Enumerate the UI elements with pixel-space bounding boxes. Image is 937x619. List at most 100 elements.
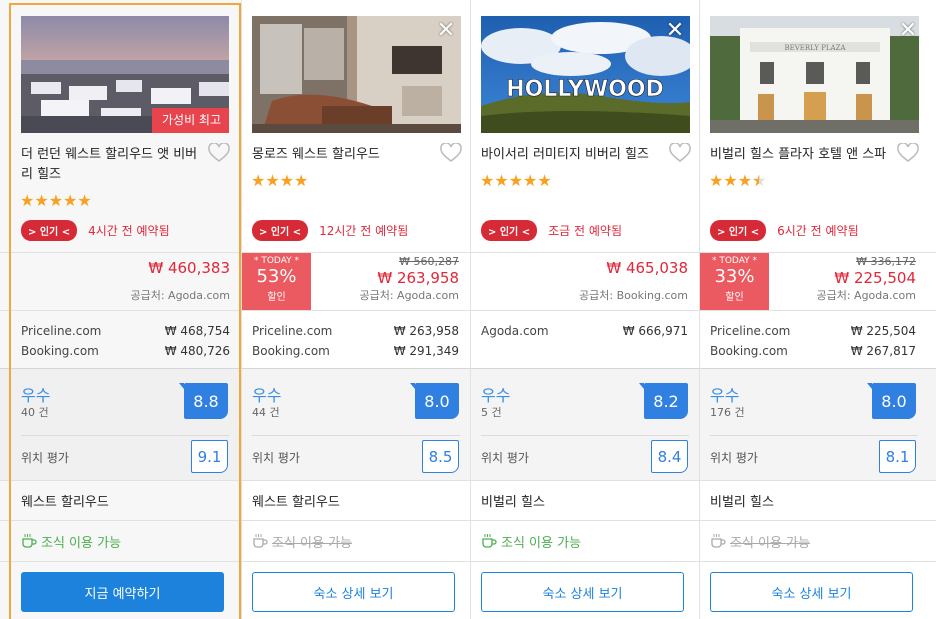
rate-row[interactable]: Priceline.com ₩ 468,754 <box>21 321 230 341</box>
hotel-sign-text: BEVERLY PLAZA <box>784 44 846 52</box>
rate-row[interactable]: Priceline.com ₩ 263,958 <box>252 321 459 341</box>
hotel-photo[interactable]: BEVERLY PLAZA <box>710 16 919 133</box>
cta-section: 지금 예약하기 <box>0 561 241 619</box>
cta-section: 숙소 상세 보기 <box>242 561 470 619</box>
popular-badge: > 인기 < <box>252 220 309 241</box>
star-rating: ★★★★★ <box>480 171 552 190</box>
view-details-button[interactable]: 숙소 상세 보기 <box>481 572 684 612</box>
review-count[interactable]: 5 건 <box>481 404 502 420</box>
rate-price: ₩ 666,971 <box>622 324 688 338</box>
breakfast-label: 조식 이용 가능 <box>501 535 582 551</box>
view-details-button[interactable]: 숙소 상세 보기 <box>252 572 455 612</box>
rate-row[interactable]: Booking.com ₩ 480,726 <box>21 341 230 361</box>
close-icon[interactable]: ✕ <box>665 20 685 42</box>
divider <box>21 435 229 436</box>
review-count[interactable]: 176 건 <box>710 404 745 420</box>
ratings-section: 우수 5 건 8.2 위치 평가 8.4 <box>471 368 699 480</box>
best-price[interactable]: ₩ 225,504 <box>834 269 916 287</box>
location-score: 8.4 <box>651 440 688 473</box>
review-score: 8.8 <box>179 383 228 419</box>
hotel-name[interactable]: 몽로즈 웨스트 할리우드 <box>252 145 432 165</box>
review-count[interactable]: 40 건 <box>21 404 49 420</box>
hotel-card-header: BEVERLY PLAZA ✕ 비벌리 힐스 플라자 호텔 앤 스파 ★★★★ <box>700 0 936 252</box>
heart-icon[interactable] <box>669 142 691 163</box>
booked-time: 12시간 전 예약됨 <box>319 224 409 238</box>
breakfast-label: 조식 이용 가능 <box>730 535 811 551</box>
breakfast-info: 조식 이용 가능 <box>700 520 936 561</box>
location-label: 위치 평가 <box>710 451 758 465</box>
rating-word: 우수 <box>21 386 51 405</box>
heart-icon[interactable] <box>440 142 462 163</box>
best-price[interactable]: ₩ 460,383 <box>148 259 230 277</box>
price-section: * TODAY * 53% 할인 ₩ 560,287 ₩ 263,958 공급처… <box>242 252 470 310</box>
rate-row[interactable]: Priceline.com ₩ 225,504 <box>710 321 916 341</box>
full-stars: ★★★ <box>709 171 753 190</box>
supplier: 공급처: Agoda.com <box>359 289 459 302</box>
hotel-name[interactable]: 비벌리 힐스 플라자 호텔 앤 스파 <box>710 145 890 165</box>
heart-icon[interactable] <box>208 142 230 163</box>
popular-badge: > 인기 < <box>481 220 538 241</box>
ratings-section: 우수 176 건 8.0 위치 평가 8.1 <box>700 368 936 480</box>
rating-word: 우수 <box>710 386 740 405</box>
coffee-cup-icon <box>22 534 37 548</box>
booked-time: 4시간 전 예약됨 <box>88 224 170 238</box>
area: 비벌리 힐스 <box>700 480 936 520</box>
rate-row[interactable]: Agoda.com ₩ 666,971 <box>481 321 688 341</box>
price-section: ₩ 465,038 공급처: Booking.com <box>471 252 699 310</box>
area: 비벌리 힐스 <box>471 480 699 520</box>
rate-row[interactable]: Booking.com ₩ 267,817 <box>710 341 916 361</box>
close-icon[interactable]: ✕ <box>436 20 456 42</box>
plaza-hotel-photo: BEVERLY PLAZA <box>710 16 919 133</box>
review-count[interactable]: 44 건 <box>252 404 280 420</box>
other-rates: Priceline.com ₩ 468,754 Booking.com ₩ 48… <box>0 310 241 368</box>
hotel-photo[interactable] <box>252 16 461 133</box>
booked-time: 조금 전 예약됨 <box>548 224 622 238</box>
original-price: ₩ 336,172 <box>856 255 916 268</box>
location-label: 위치 평가 <box>21 451 69 465</box>
popular-badge: > 인기 < <box>710 220 767 241</box>
rate-price: ₩ 468,754 <box>164 324 230 338</box>
hotel-name[interactable]: 바이서리 러미티지 비버리 힐즈 <box>481 145 661 165</box>
supplier: 공급처: Booking.com <box>579 289 688 302</box>
rate-site: Booking.com <box>710 344 788 358</box>
location-label: 위치 평가 <box>252 451 300 465</box>
rate-site: Booking.com <box>252 344 330 358</box>
coffee-cup-icon <box>711 534 726 548</box>
divider <box>710 435 918 436</box>
hollywood-text: HOLLYWOOD <box>506 77 664 102</box>
supplier: 공급처: Agoda.com <box>816 289 916 302</box>
hotel-card: BEVERLY PLAZA ✕ 비벌리 힐스 플라자 호텔 앤 스파 ★★★★ <box>699 0 936 619</box>
view-details-button[interactable]: 숙소 상세 보기 <box>710 572 913 612</box>
rate-price: ₩ 291,349 <box>393 344 459 358</box>
rating-word: 우수 <box>252 386 282 405</box>
close-icon[interactable]: ✕ <box>898 20 918 42</box>
rate-site: Agoda.com <box>481 324 549 338</box>
hollywood-sign-photo: HOLLYWOOD <box>481 16 690 133</box>
rate-price: ₩ 263,958 <box>393 324 459 338</box>
review-score: 8.0 <box>867 383 916 419</box>
location-label: 위치 평가 <box>481 451 529 465</box>
deal-sub: 할인 <box>725 292 744 303</box>
book-now-button[interactable]: 지금 예약하기 <box>21 572 224 612</box>
hotel-photo[interactable]: 가성비 최고 <box>21 16 229 133</box>
rate-price: ₩ 480,726 <box>164 344 230 358</box>
heart-icon[interactable] <box>897 142 919 163</box>
cta-section: 숙소 상세 보기 <box>471 561 699 619</box>
popular-booking: > 인기 < 4시간 전 예약됨 <box>21 220 170 241</box>
breakfast-info: 조식 이용 가능 <box>471 520 699 561</box>
area: 웨스트 할리우드 <box>0 480 241 520</box>
coffee-cup-icon <box>253 534 268 548</box>
hotel-card: HOLLYWOOD ✕ 바이서리 러미티지 비버리 힐즈 ★★★★★ > 인기 … <box>470 0 699 619</box>
star-rating: ★★★★ <box>709 171 766 190</box>
hotel-photo[interactable]: HOLLYWOOD <box>481 16 690 133</box>
deal-sub: 할인 <box>267 292 286 303</box>
best-price[interactable]: ₩ 263,958 <box>377 269 459 287</box>
hotel-name[interactable]: 더 런던 웨스트 할리우드 앳 비버리 힐즈 <box>21 145 201 185</box>
deal-label: * TODAY * <box>711 256 758 266</box>
price-section: * TODAY * 33% 할인 ₩ 336,172 ₩ 225,504 공급처… <box>700 252 936 310</box>
rate-row[interactable]: Booking.com ₩ 291,349 <box>252 341 459 361</box>
best-price[interactable]: ₩ 465,038 <box>606 259 688 277</box>
rate-price: ₩ 225,504 <box>850 324 916 338</box>
breakfast-info: 조식 이용 가능 <box>0 520 241 561</box>
original-price: ₩ 560,287 <box>399 255 459 268</box>
